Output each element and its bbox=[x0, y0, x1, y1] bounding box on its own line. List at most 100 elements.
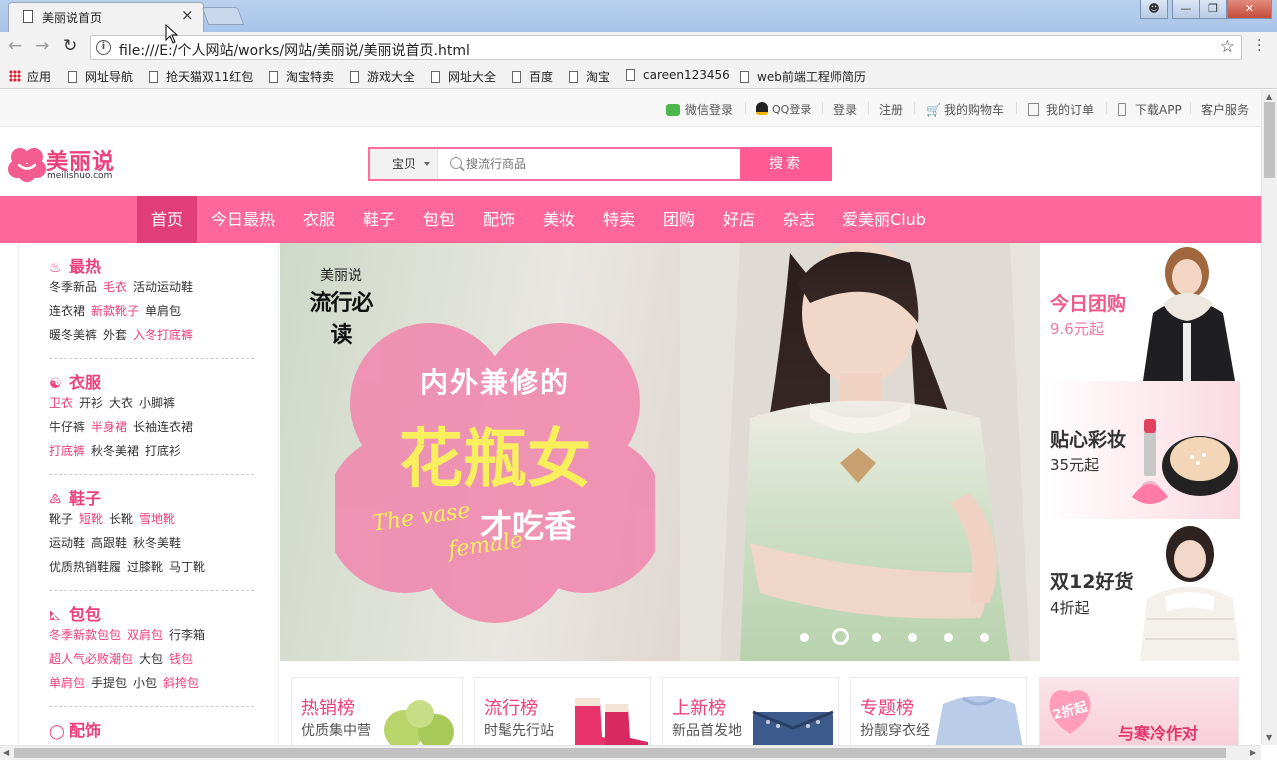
bookmark-item[interactable]: 淘宝特卖 bbox=[269, 68, 334, 85]
rank-box-new[interactable]: 上新榜 新品首发地 bbox=[662, 677, 839, 745]
horizontal-scroll-thumb[interactable] bbox=[14, 748, 1226, 758]
category-heading[interactable]: ♨ 最热 bbox=[49, 253, 101, 277]
new-tab-button[interactable] bbox=[201, 7, 245, 25]
url-field[interactable]: i file:///E:/个人网站/works/网站/美丽说/美丽说首页.htm… bbox=[90, 35, 1242, 60]
vertical-scroll-thumb[interactable] bbox=[1264, 102, 1275, 178]
category-link[interactable]: 冬季新款包包 bbox=[49, 628, 121, 642]
category-link[interactable]: 靴子 bbox=[49, 512, 73, 526]
category-link[interactable]: 单肩包 bbox=[145, 304, 181, 318]
browser-menu-icon[interactable]: · · · bbox=[1257, 34, 1261, 58]
bookmark-apps[interactable]: 应用 bbox=[9, 68, 51, 85]
close-window-button[interactable]: ✕ bbox=[1227, 0, 1272, 19]
nav-home[interactable]: 首页 bbox=[137, 196, 197, 243]
category-link[interactable]: 行李箱 bbox=[169, 628, 205, 642]
category-link[interactable]: 斜挎包 bbox=[163, 676, 199, 690]
nav-sale[interactable]: 特卖 bbox=[594, 196, 644, 243]
category-link[interactable]: 过膝靴 bbox=[127, 560, 163, 574]
nav-club[interactable]: 爱美丽Club bbox=[836, 196, 932, 243]
nav-accessories[interactable]: 配饰 bbox=[474, 196, 524, 243]
category-link[interactable]: 高跟鞋 bbox=[91, 536, 127, 550]
category-heading[interactable]: ♸ 鞋子 bbox=[49, 485, 101, 509]
category-link[interactable]: 活动运动鞋 bbox=[133, 280, 193, 294]
nav-group-buy[interactable]: 团购 bbox=[654, 196, 704, 243]
carousel-dot[interactable] bbox=[944, 633, 953, 642]
vertical-scrollbar[interactable]: ▲ ▼ bbox=[1261, 90, 1277, 745]
category-link[interactable]: 暖冬美裤 bbox=[49, 328, 97, 342]
customer-service-link[interactable]: 客户服务 bbox=[1201, 101, 1249, 118]
category-link[interactable]: 优质热销鞋履 bbox=[49, 560, 121, 574]
scroll-right-icon[interactable]: ▶ bbox=[1250, 748, 1256, 757]
carousel-dot[interactable] bbox=[980, 633, 989, 642]
category-link[interactable]: 长靴 bbox=[109, 512, 133, 526]
bookmark-item[interactable]: 网址大全 bbox=[431, 68, 496, 85]
forward-arrow-icon[interactable]: → bbox=[35, 36, 49, 56]
tab-close-icon[interactable]: × bbox=[181, 6, 194, 24]
category-link[interactable]: 短靴 bbox=[79, 512, 103, 526]
winter-sale-ad[interactable]: 2折起 与寒冷作对 bbox=[1039, 677, 1239, 745]
cart-link[interactable]: 🛒 我的购物车 bbox=[926, 101, 1004, 118]
category-link[interactable]: 手提包 bbox=[91, 676, 127, 690]
carousel-dot-active[interactable] bbox=[832, 628, 849, 645]
register-link[interactable]: 注册 bbox=[879, 101, 903, 118]
nav-shops[interactable]: 好店 bbox=[714, 196, 764, 243]
maximize-button[interactable]: ❐ bbox=[1199, 0, 1227, 19]
bookmark-item[interactable]: 网址导航 bbox=[68, 68, 133, 85]
carousel-dot[interactable] bbox=[800, 633, 809, 642]
category-link[interactable]: 小包 bbox=[133, 676, 157, 690]
category-link[interactable]: 单肩包 bbox=[49, 676, 85, 690]
category-link[interactable]: 大包 bbox=[139, 652, 163, 666]
meilishuo-logo-icon[interactable] bbox=[8, 145, 46, 183]
nav-hot[interactable]: 今日最热 bbox=[205, 196, 281, 243]
orders-link[interactable]: 我的订单 bbox=[1028, 101, 1094, 118]
category-link[interactable]: 长袖连衣裙 bbox=[133, 420, 193, 434]
category-link[interactable]: 新款靴子 bbox=[91, 304, 139, 318]
category-link[interactable]: 秋冬美鞋 bbox=[133, 536, 181, 550]
category-link[interactable]: 雪地靴 bbox=[139, 512, 175, 526]
category-link[interactable]: 大衣 bbox=[109, 396, 133, 410]
category-link[interactable]: 开衫 bbox=[79, 396, 103, 410]
category-link[interactable]: 秋冬美裙 bbox=[91, 444, 139, 458]
user-icon[interactable]: ☻ bbox=[1140, 0, 1168, 19]
category-link[interactable]: 打底裤 bbox=[49, 444, 85, 458]
bookmark-item[interactable]: 百度 bbox=[512, 68, 553, 85]
nav-clothes[interactable]: 衣服 bbox=[294, 196, 344, 243]
category-heading[interactable]: ⛡ 包包 bbox=[49, 601, 101, 626]
scroll-down-icon[interactable]: ▼ bbox=[1266, 733, 1272, 742]
bookmark-item[interactable]: 淘宝 bbox=[569, 68, 610, 85]
category-link[interactable]: 冬季新品 bbox=[49, 280, 97, 294]
scroll-left-icon[interactable]: ◀ bbox=[3, 748, 9, 757]
category-link[interactable]: 小脚裤 bbox=[139, 396, 175, 410]
horizontal-scrollbar[interactable]: ◀ ▶ bbox=[0, 745, 1261, 760]
category-link[interactable]: 入冬打底裤 bbox=[133, 328, 193, 342]
download-app-link[interactable]: 下载APP bbox=[1118, 101, 1182, 118]
category-link[interactable]: 马丁靴 bbox=[169, 560, 205, 574]
category-link[interactable]: 半身裙 bbox=[91, 420, 127, 434]
promo-double12[interactable]: 双12好货 4折起 bbox=[1040, 519, 1240, 661]
info-icon[interactable]: i bbox=[96, 40, 111, 55]
category-link[interactable]: 牛仔裤 bbox=[49, 420, 85, 434]
bookmark-item[interactable]: 抢天猫双11红包 bbox=[149, 68, 253, 85]
category-link[interactable]: 卫衣 bbox=[49, 396, 73, 410]
category-link[interactable]: 钱包 bbox=[169, 652, 193, 666]
category-link[interactable]: 外套 bbox=[103, 328, 127, 342]
carousel-dot[interactable] bbox=[908, 633, 917, 642]
nav-beauty[interactable]: 美妆 bbox=[534, 196, 584, 243]
search-input[interactable] bbox=[466, 153, 736, 175]
minimize-button[interactable]: — bbox=[1172, 0, 1200, 19]
category-heading[interactable]: ◯ 配饰 bbox=[49, 717, 101, 741]
category-link[interactable]: 毛衣 bbox=[103, 280, 127, 294]
category-link[interactable]: 连衣裙 bbox=[49, 304, 85, 318]
search-category-dropdown[interactable]: 宝贝 bbox=[370, 149, 438, 179]
nav-magazine[interactable]: 杂志 bbox=[774, 196, 824, 243]
category-link[interactable]: 超人气必败潮包 bbox=[49, 652, 133, 666]
wechat-login-link[interactable]: 微信登录 bbox=[666, 101, 733, 118]
bookmark-item[interactable]: careen123456 bbox=[626, 68, 730, 82]
bookmark-item[interactable]: 游戏大全 bbox=[350, 68, 415, 85]
nav-shoes[interactable]: 鞋子 bbox=[354, 196, 404, 243]
scroll-up-icon[interactable]: ▲ bbox=[1266, 92, 1272, 101]
reload-icon[interactable]: ↻ bbox=[63, 36, 77, 56]
qq-login-link[interactable]: QQ登录 bbox=[756, 101, 811, 117]
back-arrow-icon[interactable]: ← bbox=[8, 36, 22, 56]
promo-makeup[interactable]: 贴心彩妆 35元起 bbox=[1040, 381, 1240, 519]
carousel-dot[interactable] bbox=[872, 633, 881, 642]
